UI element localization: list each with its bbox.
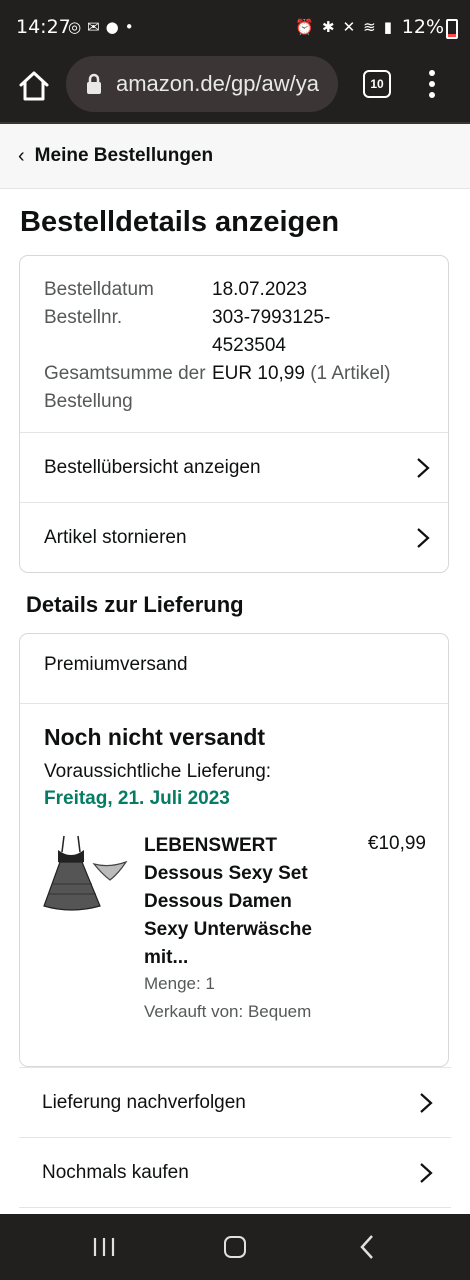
order-total-items: (1 Artikel) xyxy=(310,363,391,384)
cancel-items-link[interactable]: Artikel stornieren xyxy=(20,502,448,572)
buy-again-link[interactable]: Nochmals kaufen xyxy=(19,1137,451,1207)
shipment-status: Noch nicht versandt xyxy=(44,724,266,750)
buy-again-label: Nochmals kaufen xyxy=(42,1161,189,1183)
order-total: EUR 10,99 (1 Artikel) xyxy=(212,360,422,416)
system-icons: ⏰ ✱ ✕ ≋ ▮ xyxy=(295,18,392,36)
home-icon[interactable] xyxy=(16,68,52,104)
lock-icon xyxy=(87,73,101,94)
status-bar: 14:27 ◎ ✉ ● • ⏰ ✱ ✕ ≋ ▮ 12% xyxy=(0,0,470,56)
expected-delivery-label: Voraussichtliche Lieferung: xyxy=(44,761,272,782)
cancel-items-label: Artikel stornieren xyxy=(44,526,187,548)
product-title-link[interactable]: LEBENSWERT Dessous Sexy Set Dessous Dame… xyxy=(144,832,334,972)
wifi-icon: ≋ xyxy=(363,18,376,36)
battery-icon xyxy=(446,19,458,39)
tab-switcher-button[interactable]: 10 xyxy=(363,70,391,98)
chevron-right-icon xyxy=(420,1162,433,1183)
mute-icon: ✕ xyxy=(342,18,356,36)
delivery-card: Premiumversand Noch nicht versandt Vorau… xyxy=(19,633,449,1067)
chat-icon: ● xyxy=(105,18,119,36)
product-image[interactable] xyxy=(42,834,128,914)
search-notif-icon: ◎ xyxy=(68,18,82,36)
back-to-orders-link[interactable]: ‹ Meine Bestellungen xyxy=(0,124,470,189)
order-date-label: Bestelldatum xyxy=(44,279,154,300)
home-nav-icon[interactable] xyxy=(224,1236,246,1258)
order-total-label: Gesamtsumme der Bestellung xyxy=(44,363,206,412)
notification-icons: ◎ ✉ ● • xyxy=(68,18,134,36)
chevron-right-icon xyxy=(420,1092,433,1113)
more-menu-icon[interactable] xyxy=(424,70,440,100)
system-nav-bar xyxy=(0,1214,470,1280)
signal-icon: ▮ xyxy=(383,18,392,36)
order-summary-card: Bestelldatum 18.07.2023 Bestellnr. 303-7… xyxy=(19,255,449,573)
status-time: 14:27 xyxy=(16,16,71,38)
mail-icon: ✉ xyxy=(87,18,100,36)
battery-level: 12% xyxy=(401,16,444,38)
recent-apps-icon[interactable] xyxy=(92,1237,116,1257)
order-number-value: 303-7993125-4523504 xyxy=(212,307,331,356)
view-order-summary-label: Bestellübersicht anzeigen xyxy=(44,456,261,478)
page-title: Bestelldetails anzeigen xyxy=(20,206,340,238)
track-package-label: Lieferung nachverfolgen xyxy=(42,1091,246,1113)
view-order-summary-link[interactable]: Bestellübersicht anzeigen xyxy=(20,432,448,502)
track-package-link[interactable]: Lieferung nachverfolgen xyxy=(19,1067,451,1137)
address-bar[interactable]: amazon.de/gp/aw/ya xyxy=(66,56,338,112)
chevron-left-icon: ‹ xyxy=(18,144,25,167)
chevron-right-icon xyxy=(417,527,430,548)
product-quantity: Menge: 1 xyxy=(144,974,215,993)
product-seller: Verkauft von: Bequem xyxy=(144,1002,312,1021)
order-date-value: 18.07.2023 xyxy=(212,279,308,300)
product-price: €10,99 xyxy=(367,833,426,854)
divider xyxy=(20,703,448,704)
alarm-icon: ⏰ xyxy=(295,18,314,36)
url-text: amazon.de/gp/aw/ya xyxy=(116,71,320,96)
bluetooth-icon: ✱ xyxy=(322,18,335,36)
dot-icon: • xyxy=(124,18,134,36)
back-nav-icon[interactable] xyxy=(358,1234,376,1260)
back-link-label: Meine Bestellungen xyxy=(34,145,214,166)
expected-delivery-date: Freitag, 21. Juli 2023 xyxy=(44,788,230,809)
divider xyxy=(19,1207,451,1208)
order-info: Bestelldatum 18.07.2023 Bestellnr. 303-7… xyxy=(44,276,434,416)
delivery-section-title: Details zur Lieferung xyxy=(26,592,244,617)
shipping-method: Premiumversand xyxy=(44,654,188,675)
order-total-value: EUR 10,99 xyxy=(212,363,305,384)
chevron-right-icon xyxy=(417,457,430,478)
browser-toolbar: amazon.de/gp/aw/ya 10 xyxy=(0,56,470,124)
order-number-label: Bestellnr. xyxy=(44,307,123,328)
